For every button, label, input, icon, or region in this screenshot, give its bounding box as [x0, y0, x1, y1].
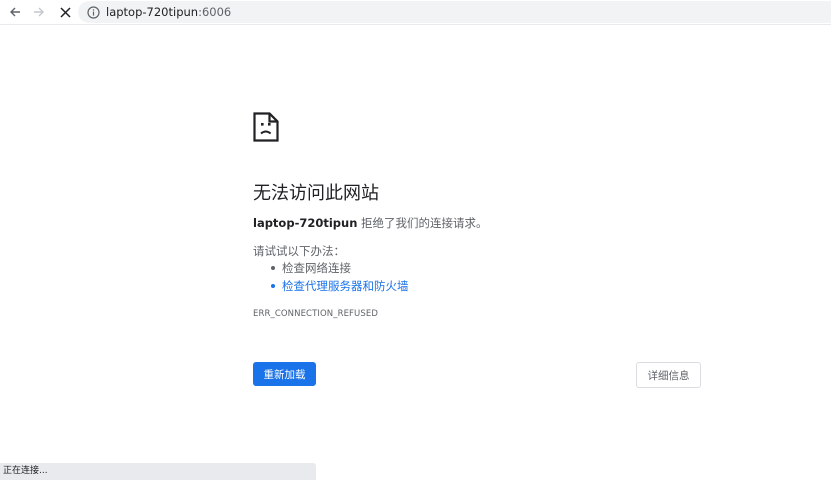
suggestions-heading: 请试试以下办法：	[253, 244, 345, 258]
info-circle-icon[interactable]	[86, 5, 100, 19]
address-bar[interactable]: laptop-720tipun:6006	[78, 1, 831, 23]
error-code: ERR_CONNECTION_REFUSED	[253, 309, 378, 319]
browser-toolbar: laptop-720tipun:6006	[0, 0, 831, 25]
summary-host: laptop-720tipun	[253, 216, 358, 230]
url-text[interactable]: laptop-720tipun:6006	[106, 5, 231, 19]
close-icon	[59, 6, 71, 18]
reload-button[interactable]: 重新加载	[253, 362, 316, 386]
suggestion-check-network: 检查网络连接	[269, 259, 409, 277]
url-port: :6006	[198, 5, 232, 19]
stop-button[interactable]	[56, 3, 74, 21]
forward-button[interactable]	[30, 3, 48, 21]
details-button[interactable]: 详细信息	[636, 362, 701, 388]
summary-text: 拒绝了我们的连接请求。	[357, 216, 488, 230]
status-bubble: 正在连接...	[0, 463, 316, 480]
error-summary: laptop-720tipun 拒绝了我们的连接请求。	[253, 215, 488, 231]
page-title: 无法访问此网站	[253, 183, 379, 204]
suggestions-list: 检查网络连接 检查代理服务器和防火墙	[269, 259, 409, 295]
back-button[interactable]	[6, 3, 24, 21]
url-host: laptop-720tipun	[106, 5, 199, 19]
arrow-right-icon	[34, 7, 44, 17]
suggestion-check-proxy-firewall-link[interactable]: 检查代理服务器和防火墙	[269, 277, 409, 295]
arrow-left-icon	[10, 7, 20, 17]
sad-document-icon	[253, 112, 279, 142]
